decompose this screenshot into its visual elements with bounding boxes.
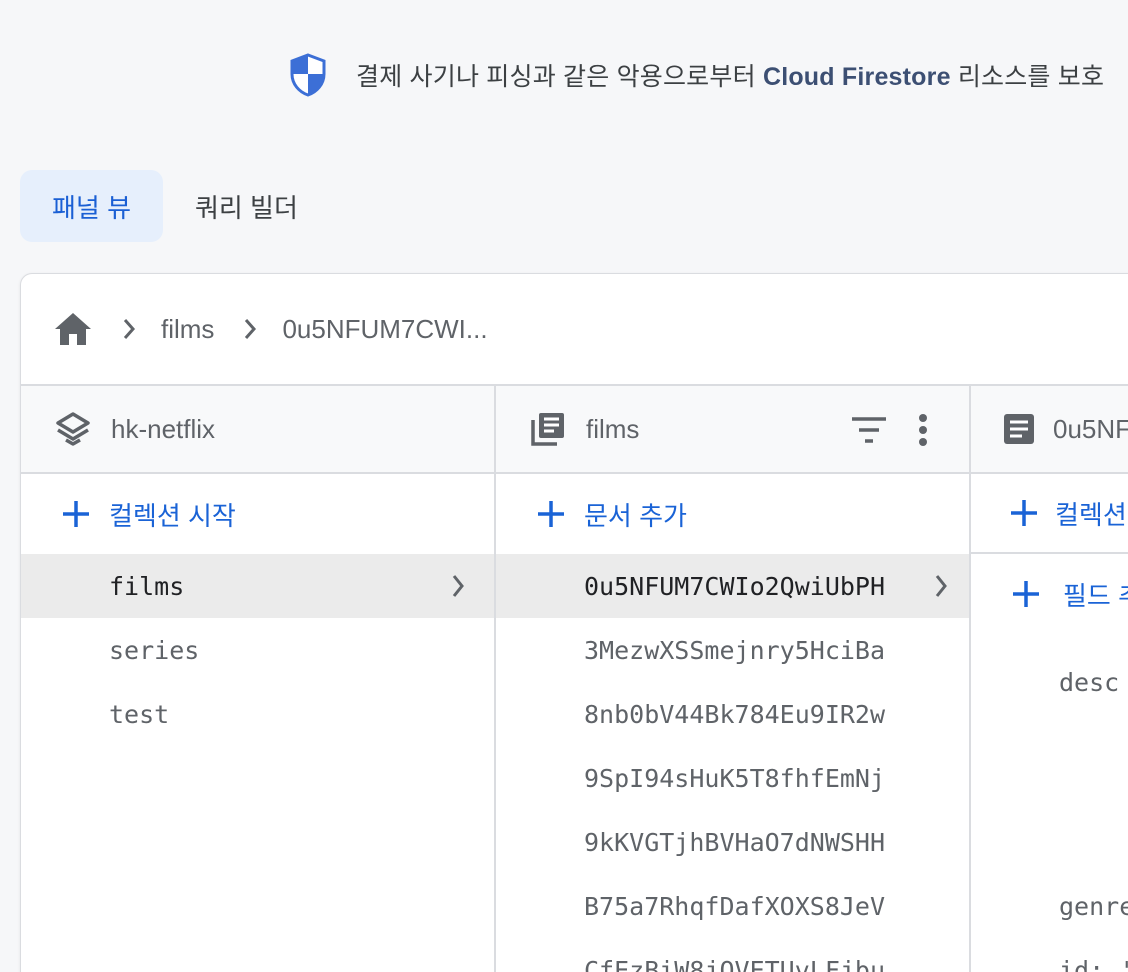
collection-item-label: series	[109, 635, 200, 665]
document-icon	[1003, 409, 1035, 449]
start-subcollection-label: 컬렉션 시작	[1055, 499, 1128, 530]
columns: hk-netflix 컬렉션 시작 films series test film…	[21, 386, 1128, 972]
document-item[interactable]: 0u5NFUM7CWIo2QwiUbPH	[496, 554, 969, 618]
collection-column: films 문서 추가 0u5NFUM7CWIo2QwiUbPH 3MezwXS…	[496, 386, 971, 972]
document-column-header: 0u5NFUM7CWIo2QwiUbPH	[971, 386, 1128, 474]
document-item-label: 0u5NFUM7CWIo2QwiUbPH	[584, 571, 886, 601]
breadcrumb-item-films[interactable]: films	[161, 314, 214, 345]
tab-query-builder[interactable]: 쿼리 빌더	[163, 170, 330, 242]
banner-brand: Cloud Firestore	[762, 63, 951, 91]
breadcrumb: films 0u5NFUM7CWI...	[21, 274, 1128, 386]
security-banner: 결제 사기나 피싱과 같은 악용으로부터 Cloud Firestore 리소스…	[288, 52, 1104, 98]
document-item-label: 8nb0bV44Bk784Eu9IR2w	[584, 699, 886, 729]
collection-actions	[847, 408, 945, 452]
plus-icon	[1009, 577, 1043, 611]
collection-column-header: films	[496, 386, 969, 474]
collection-item-films[interactable]: films	[21, 554, 494, 618]
start-collection-label: 컬렉션 시작	[109, 500, 236, 531]
chevron-right-icon	[446, 574, 470, 598]
field-desc[interactable]: desc	[1059, 668, 1119, 697]
banner-text-suffix: 리소스를 보호	[950, 63, 1105, 91]
more-vert-icon[interactable]	[901, 408, 945, 452]
view-tabs: 패널 뷰 쿼리 빌더	[20, 170, 330, 242]
field-genre[interactable]: genre	[1059, 892, 1128, 921]
plus-icon	[534, 497, 568, 531]
breadcrumb-item-document[interactable]: 0u5NFUM7CWI...	[282, 314, 487, 345]
document-column: 0u5NFUM7CWIo2QwiUbPH 컬렉션 시작 필드 추가 desc g…	[971, 386, 1128, 972]
document-title: 0u5NFUM7CWIo2QwiUbPH	[1053, 413, 1128, 444]
banner-text: 결제 사기나 피싱과 같은 악용으로부터 Cloud Firestore 리소스…	[356, 57, 1104, 93]
collection-title: films	[586, 413, 640, 444]
project-title: hk-netflix	[111, 413, 216, 444]
plus-icon	[59, 497, 93, 531]
document-item[interactable]: 3MezwXSSmejnry5HciBa	[496, 618, 969, 682]
field-id[interactable]: id: '	[1059, 956, 1128, 972]
firestore-layers-icon	[53, 409, 93, 449]
document-item[interactable]: 9kKVGTjhBVHaO7dNWSHH	[496, 810, 969, 874]
document-item-label: 9kKVGTjhBVHaO7dNWSHH	[584, 827, 886, 857]
add-document-button[interactable]: 문서 추가	[496, 474, 969, 554]
collection-item-series[interactable]: series	[21, 618, 494, 682]
add-field-label: 필드 추가	[1063, 580, 1128, 611]
add-document-label: 문서 추가	[584, 500, 687, 531]
banner-text-prefix: 결제 사기나 피싱과 같은 악용으로부터	[356, 63, 763, 91]
collection-item-test[interactable]: test	[21, 682, 494, 746]
chevron-right-icon	[119, 317, 139, 341]
document-item-label: CfEzBiW8jOVETUvLFjbu	[584, 955, 886, 972]
root-column-header: hk-netflix	[21, 386, 494, 474]
collection-icon	[528, 409, 568, 449]
filter-icon[interactable]	[847, 408, 891, 452]
collection-item-label: test	[109, 699, 170, 729]
document-item-label: 9SpI94sHuK5T8fhfEmNj	[584, 763, 886, 793]
document-item-label: 3MezwXSSmejnry5HciBa	[584, 635, 886, 665]
plus-icon	[1009, 496, 1039, 530]
document-item[interactable]: 9SpI94sHuK5T8fhfEmNj	[496, 746, 969, 810]
start-collection-button[interactable]: 컬렉션 시작	[21, 474, 494, 554]
document-item[interactable]: 8nb0bV44Bk784Eu9IR2w	[496, 682, 969, 746]
add-field-button[interactable]: 필드 추가	[971, 554, 1128, 634]
chevron-right-icon	[929, 574, 953, 598]
document-item-label: B75a7RhqfDafXOXS8JeV	[584, 891, 886, 921]
document-item[interactable]: CfEzBiW8jOVETUvLFjbu	[496, 938, 969, 972]
home-icon[interactable]	[53, 309, 93, 349]
start-subcollection-button[interactable]: 컬렉션 시작	[971, 474, 1128, 554]
collection-item-label: films	[109, 571, 185, 601]
chevron-right-icon	[240, 317, 260, 341]
tab-panel-view[interactable]: 패널 뷰	[20, 170, 163, 242]
shield-icon	[288, 52, 328, 98]
root-column: hk-netflix 컬렉션 시작 films series test	[21, 386, 496, 972]
data-panel: films 0u5NFUM7CWI... hk-netflix 컬렉션 시작 f…	[20, 273, 1128, 972]
document-item[interactable]: B75a7RhqfDafXOXS8JeV	[496, 874, 969, 938]
